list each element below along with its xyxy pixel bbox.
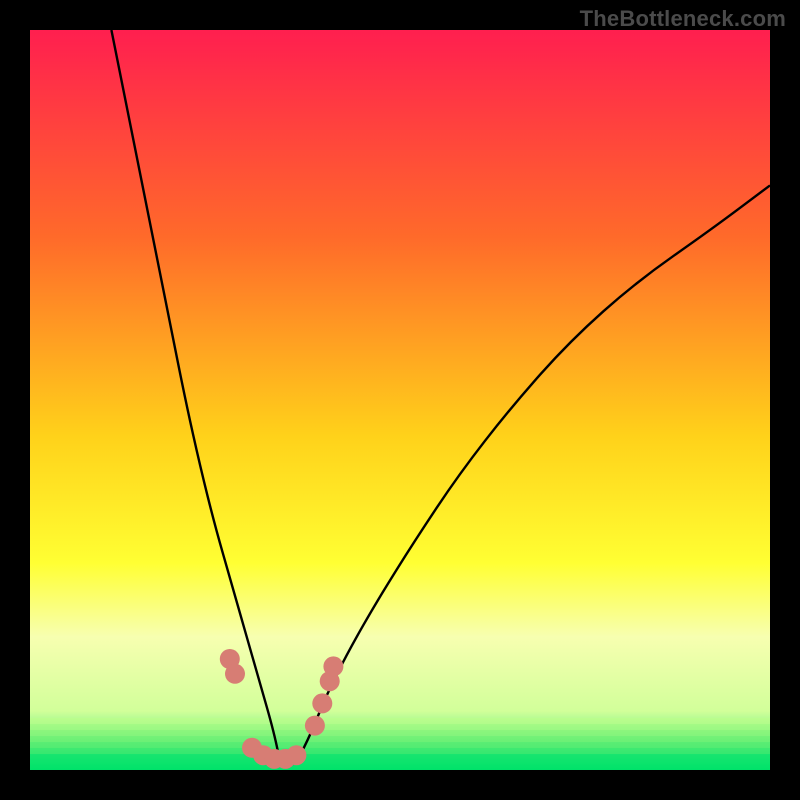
gradient-background — [30, 30, 770, 770]
chart-frame: TheBottleneck.com — [0, 0, 800, 800]
marker-point — [286, 745, 306, 765]
watermark-text: TheBottleneck.com — [580, 6, 786, 32]
marker-point — [305, 716, 325, 736]
marker-point — [323, 656, 343, 676]
plot-area — [30, 30, 770, 770]
bottleneck-chart — [30, 30, 770, 770]
bottom-bands — [30, 718, 770, 770]
marker-point — [312, 693, 332, 713]
marker-point — [225, 664, 245, 684]
